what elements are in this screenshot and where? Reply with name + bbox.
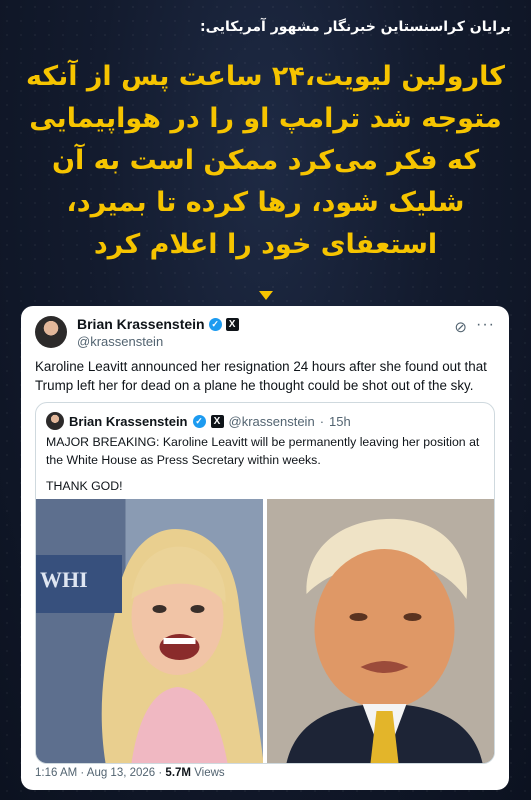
photo-donald-trump[interactable] [267, 499, 494, 763]
headline-line-1: کارولین لیویت،۲۴ ساعت پس از آنکه [26, 61, 505, 92]
photo-right-illustration [267, 499, 494, 763]
tweet-timestamp[interactable]: 1:16 AM · Aug 13, 2026 · [35, 767, 165, 779]
quoted-author-handle: @krassenstein [228, 413, 315, 429]
views-label: Views [191, 767, 225, 779]
quoted-media[interactable]: WHI [36, 499, 494, 763]
down-arrow-icon [259, 291, 273, 300]
more-icon[interactable]: ··· [476, 316, 495, 334]
tweet-card[interactable]: Brian Krassenstein ✓ X @krassenstein ⊘ ·… [21, 306, 509, 790]
quoted-author-name[interactable]: Brian Krassenstein [69, 414, 188, 429]
quoted-tweet[interactable]: Brian Krassenstein ✓ X @krassenstein · 1… [35, 402, 495, 764]
grok-icon[interactable]: ⊘ [454, 318, 467, 336]
quoted-tweet-text-2: THANK GOD! [46, 479, 123, 493]
photo-karoline-leavitt[interactable]: WHI [36, 499, 263, 763]
quoted-tweet-header: Brian Krassenstein ✓ X @krassenstein · 1… [46, 412, 484, 430]
author-handle[interactable]: @krassenstein [77, 334, 163, 349]
separator-dot: · [319, 413, 325, 429]
tweet-header: Brian Krassenstein ✓ X @krassenstein ⊘ ·… [35, 316, 495, 352]
wall-sign: WHI [36, 555, 122, 613]
headline-line-3: که فکر می‌کرد ممکن است به آن [51, 145, 480, 176]
photo-left-illustration [36, 499, 263, 763]
headline: کارولین لیویت،۲۴ ساعت پس از آنکه متوجه ش… [12, 56, 519, 266]
author-name[interactable]: Brian Krassenstein [77, 316, 205, 332]
quoted-timestamp[interactable]: 15h [329, 414, 351, 429]
quoted-tweet-text: MAJOR BREAKING: Karoline Leavitt will be… [46, 435, 480, 467]
headline-line-4: شلیک شود، رها کرده تا بمیرد، [66, 187, 465, 218]
headline-line-2: متوجه شد ترامپ او را در هواپیمایی [29, 103, 502, 134]
headline-line-5: استعفای خود را اعلام کرد [93, 229, 438, 260]
view-count: 5.7M [165, 767, 191, 779]
tweet-text: Karoline Leavitt announced her resignati… [35, 359, 487, 393]
author-name-row: Brian Krassenstein ✓ X [77, 316, 239, 332]
x-logo-icon: X [225, 317, 239, 331]
avatar[interactable] [35, 316, 67, 348]
quoted-avatar[interactable] [46, 412, 64, 430]
x-logo-icon: X [210, 414, 224, 428]
verified-badge-icon: ✓ [192, 414, 206, 428]
source-attribution: برایان کراسنستاین خبرنگار مشهور آمریکایی… [199, 19, 511, 35]
tweet-footer: 1:16 AM · Aug 13, 2026 · 5.7M Views [35, 767, 225, 779]
verified-badge-icon: ✓ [208, 317, 222, 331]
